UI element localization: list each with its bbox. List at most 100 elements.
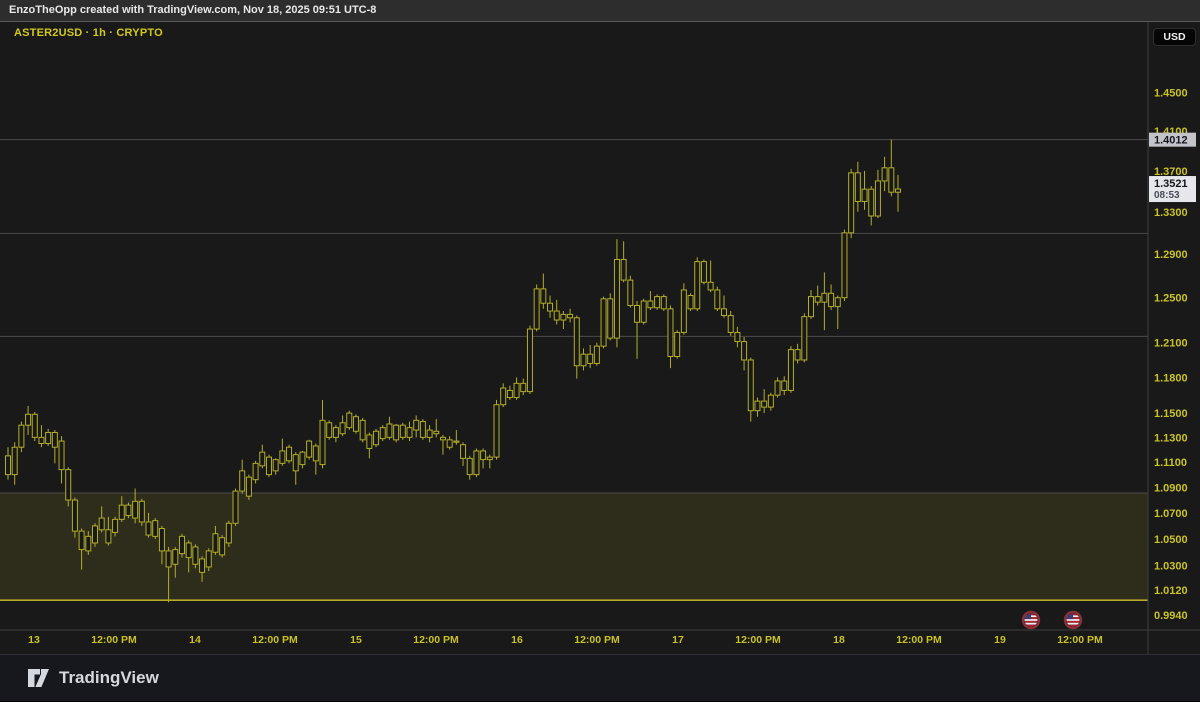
candle[interactable] [31,413,38,438]
candle[interactable] [741,341,748,361]
candle[interactable] [513,382,520,399]
candle[interactable] [520,382,527,393]
price-tick-label[interactable]: 1.1800 [1154,372,1188,384]
candle[interactable] [379,427,386,440]
candle[interactable] [78,530,85,551]
candle[interactable] [25,413,32,426]
candle[interactable] [252,462,259,481]
candle[interactable] [874,180,881,217]
time-tick-label[interactable]: 16 [511,634,523,646]
time-tick-label[interactable]: 12:00 PM [413,634,459,646]
price-tick-label[interactable]: 1.2500 [1154,293,1188,305]
candle[interactable] [38,436,45,445]
candle[interactable] [580,353,587,367]
candle[interactable] [71,499,78,532]
candle[interactable] [774,380,781,396]
time-tick-label[interactable]: 12:00 PM [574,634,620,646]
time-tick-label[interactable]: 12:00 PM [735,634,781,646]
time-tick-label[interactable]: 13 [28,634,40,646]
candle[interactable] [225,522,232,544]
time-tick-label[interactable]: 19 [994,634,1006,646]
candle[interactable] [620,258,627,281]
candle[interactable] [45,431,52,445]
time-tick-label[interactable]: 17 [672,634,684,646]
candle[interactable] [627,279,634,306]
candle[interactable] [426,429,433,438]
candle[interactable] [767,394,774,408]
candle[interactable] [265,456,272,476]
price-tick-label[interactable]: 1.1300 [1154,432,1188,444]
candle[interactable] [5,455,11,476]
candle[interactable] [439,436,446,441]
candle[interactable] [761,400,768,408]
candle[interactable] [841,232,848,299]
candle[interactable] [600,298,607,347]
candle[interactable] [593,345,600,364]
candle[interactable] [319,419,326,466]
price-tick-label[interactable]: 1.2100 [1154,338,1188,350]
candle[interactable] [781,380,788,391]
candle[interactable] [801,316,808,361]
candle[interactable] [506,389,513,399]
currency-toggle-button[interactable]: USD [1153,28,1196,46]
time-tick-label[interactable]: 12:00 PM [91,634,137,646]
candle[interactable] [486,456,493,461]
candle[interactable] [473,450,480,476]
candle[interactable] [526,328,533,393]
candle[interactable] [406,427,413,438]
price-tick-label[interactable]: 1.0900 [1154,482,1188,494]
candle[interactable] [145,521,152,536]
candle[interactable] [634,304,641,323]
candle[interactable] [152,520,159,537]
price-tick-label[interactable]: 1.0300 [1154,561,1188,573]
candle[interactable] [888,167,895,193]
candle[interactable] [700,261,707,283]
price-tick-label[interactable]: 1.2900 [1154,249,1188,261]
candle[interactable] [272,459,279,472]
candle[interactable] [881,167,888,182]
candle[interactable] [11,446,18,476]
candle[interactable] [346,412,353,429]
candle[interactable] [794,349,801,361]
price-tick-label[interactable]: 1.0120 [1154,585,1188,597]
candle[interactable] [573,317,580,367]
candle[interactable] [680,289,687,333]
candle[interactable] [105,529,112,544]
candle[interactable] [413,419,420,431]
candle[interactable] [687,294,694,310]
candle[interactable] [306,440,313,458]
candle[interactable] [245,476,252,497]
time-tick-label[interactable]: 12:00 PM [1057,634,1103,646]
candle[interactable] [734,331,741,343]
candle[interactable] [500,387,507,406]
candle[interactable] [808,296,815,318]
candle[interactable] [453,440,460,443]
candle[interactable] [112,518,119,533]
time-tick-label[interactable]: 12:00 PM [896,634,942,646]
candle[interactable] [714,289,721,310]
candle[interactable] [828,292,835,308]
candle[interactable] [339,422,346,435]
candle[interactable] [199,558,206,573]
candle[interactable] [814,296,821,303]
price-tick-label[interactable]: 1.3700 [1154,166,1188,178]
candle[interactable] [172,549,179,565]
price-tick-label[interactable]: 1.1500 [1154,408,1188,420]
candle[interactable] [165,550,172,568]
candle[interactable] [560,313,567,321]
symbol-legend[interactable]: ASTER2USD · 1h · CRYPTO [14,27,163,39]
candle[interactable] [540,288,547,304]
candle[interactable] [239,470,246,492]
candle[interactable] [460,444,467,459]
tradingview-logo[interactable]: TradingView [27,668,159,688]
price-tick-label[interactable]: 1.0500 [1154,534,1188,546]
candle[interactable] [587,353,594,364]
price-tick-label[interactable]: 1.1100 [1154,457,1187,469]
candle[interactable] [91,525,98,544]
candle[interactable] [158,527,165,552]
candle[interactable] [326,422,333,438]
candle[interactable] [373,430,380,446]
candle[interactable] [352,416,359,432]
candle[interactable] [386,423,393,438]
candle[interactable] [493,404,500,458]
